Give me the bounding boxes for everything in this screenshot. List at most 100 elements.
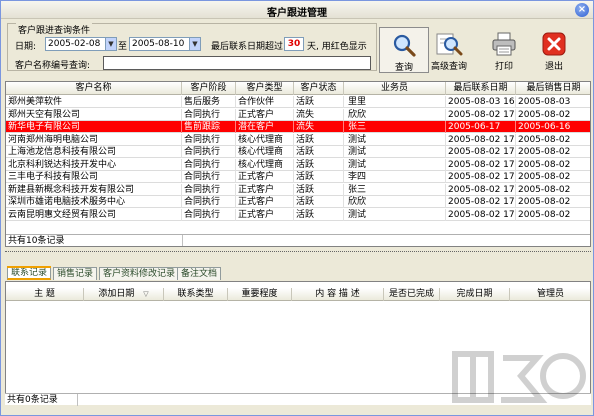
cell-stage: 售后服务 — [182, 96, 236, 108]
customer-record-count: 共有10条记录 — [8, 236, 65, 246]
table-row[interactable]: 三丰电子科技有限公司 合同执行 正式客户 活跃 李四 2005-08-02 17:0 200… — [6, 171, 590, 183]
cell-last-contact: 2005-08-02 17:1 — [448, 133, 516, 146]
cell-last-sale: 2005-08-02 — [516, 134, 590, 146]
col-header-added-date[interactable]: 添加日期 ▽ — [84, 288, 164, 301]
date-label: 日期: — [15, 42, 37, 52]
days-suffix-label: 天, 用红色显示 — [307, 42, 367, 52]
cell-last-contact: 2005-08-02 17:0 — [448, 183, 516, 196]
table-row[interactable]: 新建县新概念科技开发有限公司 合同执行 正式客户 活跃 张三 2005-08-02 17:… — [6, 183, 590, 196]
exit-icon — [542, 32, 566, 56]
panel-splitter[interactable] — [5, 251, 591, 252]
col-header-contact-type[interactable]: 联系类型 — [164, 288, 228, 301]
cell-last-sale: 2005-06-16 — [516, 121, 590, 133]
cell-name: 北京科利锐达科技开发中心 — [6, 158, 182, 171]
cell-status: 活跃 — [294, 183, 344, 196]
col-header-description[interactable]: 内 容 描 述 — [292, 288, 384, 301]
cell-salesman: 李四 — [344, 171, 446, 183]
tab-sales-records[interactable]: 销售记录 — [53, 267, 98, 280]
print-button[interactable]: 打印 — [479, 27, 529, 73]
table-row[interactable]: 新华电子有限公司 售前跟踪 潜在客户 流失 张三 2005-06-17 2005-06-16 — [6, 121, 590, 133]
date-from-value: 2005-02-08 — [48, 39, 101, 49]
exit-button[interactable]: 退出 — [529, 27, 579, 73]
col-header-completed[interactable]: 是否已完成 — [384, 288, 440, 301]
cell-last-sale: 2005-08-02 — [516, 109, 590, 121]
advanced-search-icon — [436, 33, 463, 56]
col-header-stage[interactable]: 客户阶段 — [182, 82, 236, 95]
exit-button-label: 退出 — [544, 62, 563, 72]
cell-type: 正式客户 — [236, 208, 294, 221]
table-row[interactable]: 北京科利锐达科技开发中心 合同执行 核心代理商 活跃 测试 2005-08-02 17:1… — [6, 158, 590, 171]
cell-salesman: 测试 — [344, 158, 446, 171]
query-button-label: 查询 — [394, 63, 413, 73]
cell-stage: 合同执行 — [182, 133, 236, 146]
table-row[interactable]: 上海池龙信息科技有限公司 合同执行 核心代理商 活跃 测试 2005-08-02 17:1… — [6, 146, 590, 158]
contact-grid-header: 主 题 添加日期 ▽ 联系类型 重要程度 内 容 描 述 是否已完成 完成日期 … — [6, 288, 590, 301]
cell-last-contact: 2005-08-02 17:1 — [448, 158, 516, 171]
col-header-subject[interactable]: 主 题 — [6, 288, 84, 301]
main-window: 客户跟进管理 × 客户跟进查询条件 日期: 2005-02-08 ▼ 至 200… — [0, 0, 594, 416]
table-row[interactable]: 郑州美萍软件 售后服务 合作伙伴 活跃 里里 2005-08-03 16:4 2005-08… — [6, 96, 590, 108]
cell-status: 活跃 — [294, 208, 344, 221]
col-header-status[interactable]: 客户状态 — [294, 82, 344, 95]
tab-contact-records[interactable]: 联系记录 — [7, 266, 52, 280]
date-to-picker[interactable]: 2005-08-10 ▼ — [129, 37, 201, 51]
print-button-label: 打印 — [494, 62, 513, 72]
cell-last-contact: 2005-08-02 17:1 — [448, 108, 516, 121]
customer-grid[interactable]: 客户名称 客户阶段 客户类型 客户状态 业务员 最后联系日期 最后销售日期 郑州… — [5, 81, 591, 247]
cell-stage: 合同执行 — [182, 108, 236, 121]
name-search-label: 客户名称编号查询: — [15, 61, 91, 71]
chevron-down-icon[interactable]: ▼ — [105, 38, 116, 50]
sort-arrow-icon: ▽ — [143, 290, 149, 298]
cell-stage: 合同执行 — [182, 158, 236, 171]
name-search-input[interactable] — [103, 56, 371, 70]
customer-grid-header: 客户名称 客户阶段 客户类型 客户状态 业务员 最后联系日期 最后销售日期 — [6, 82, 590, 95]
tab-profile-changes[interactable]: 客户资料修改记录 — [99, 267, 180, 280]
table-row[interactable]: 河南郑州海明电脑公司 合同执行 核心代理商 活跃 测试 2005-08-02 17:1 20… — [6, 133, 590, 146]
date-from-picker[interactable]: 2005-02-08 ▼ — [45, 37, 117, 51]
filter-group-label: 客户跟进查询条件 — [16, 23, 93, 36]
watermark-logo — [452, 351, 586, 403]
cell-type: 正式客户 — [236, 183, 294, 196]
cell-type: 核心代理商 — [236, 146, 294, 158]
col-header-admin[interactable]: 管理员 — [510, 288, 590, 301]
cell-last-sale: 2005-08-02 — [516, 196, 590, 208]
col-header-last-sale[interactable]: 最后销售日期 — [516, 82, 590, 95]
cell-status: 活跃 — [294, 158, 344, 171]
chevron-down-icon[interactable]: ▼ — [189, 38, 200, 50]
days-threshold-input[interactable]: 30 — [284, 37, 304, 51]
title-bar: 客户跟进管理 × — [1, 1, 593, 19]
advanced-query-button-label: 高级查询 — [430, 62, 467, 72]
cell-status: 活跃 — [294, 133, 344, 146]
col-header-importance[interactable]: 重要程度 — [228, 288, 292, 301]
cell-salesman: 里里 — [344, 96, 446, 108]
col-header-name[interactable]: 客户名称 — [6, 82, 182, 95]
table-row[interactable]: 郑州天空有限公司 合同执行 正式客户 流失 欣欣 2005-08-02 17:1 2005-… — [6, 108, 590, 121]
footer-divider — [77, 394, 78, 406]
tab-notes[interactable]: 备注文档 — [177, 267, 222, 280]
col-header-type[interactable]: 客户类型 — [236, 82, 294, 95]
cell-type: 核心代理商 — [236, 158, 294, 171]
contact-record-count: 共有0条记录 — [7, 395, 58, 405]
cell-salesman: 测试 — [344, 208, 446, 221]
col-header-last-contact[interactable]: 最后联系日期 — [446, 82, 516, 95]
cell-stage: 合同执行 — [182, 183, 236, 196]
footer-divider — [182, 235, 183, 246]
cell-name: 新建县新概念科技开发有限公司 — [6, 183, 182, 196]
col-header-salesman[interactable]: 业务员 — [344, 82, 446, 95]
cell-name: 深圳市雄诺电脑技术服务中心 — [6, 196, 182, 208]
close-icon[interactable]: × — [575, 3, 589, 17]
cell-last-contact: 2005-08-02 17:1 — [448, 196, 516, 208]
query-button[interactable]: 查询 — [379, 27, 429, 73]
col-header-complete-date[interactable]: 完成日期 — [440, 288, 510, 301]
cell-stage: 合同执行 — [182, 208, 236, 221]
cell-salesman: 测试 — [344, 133, 446, 146]
cell-name: 三丰电子科技有限公司 — [6, 171, 182, 183]
cell-salesman: 测试 — [344, 146, 446, 158]
customer-grid-footer: 共有10条记录 — [6, 234, 590, 246]
table-row[interactable]: 云南昆明惠文经贸有限公司 合同执行 正式客户 活跃 测试 2005-08-02 17:1 2… — [6, 208, 590, 221]
advanced-query-button[interactable]: 高级查询 — [423, 27, 475, 73]
cell-type: 核心代理商 — [236, 133, 294, 146]
cell-status: 活跃 — [294, 171, 344, 183]
cell-salesman: 张三 — [344, 121, 446, 133]
table-row[interactable]: 深圳市雄诺电脑技术服务中心 合同执行 正式客户 活跃 欣欣 2005-08-02 17:1… — [6, 196, 590, 208]
